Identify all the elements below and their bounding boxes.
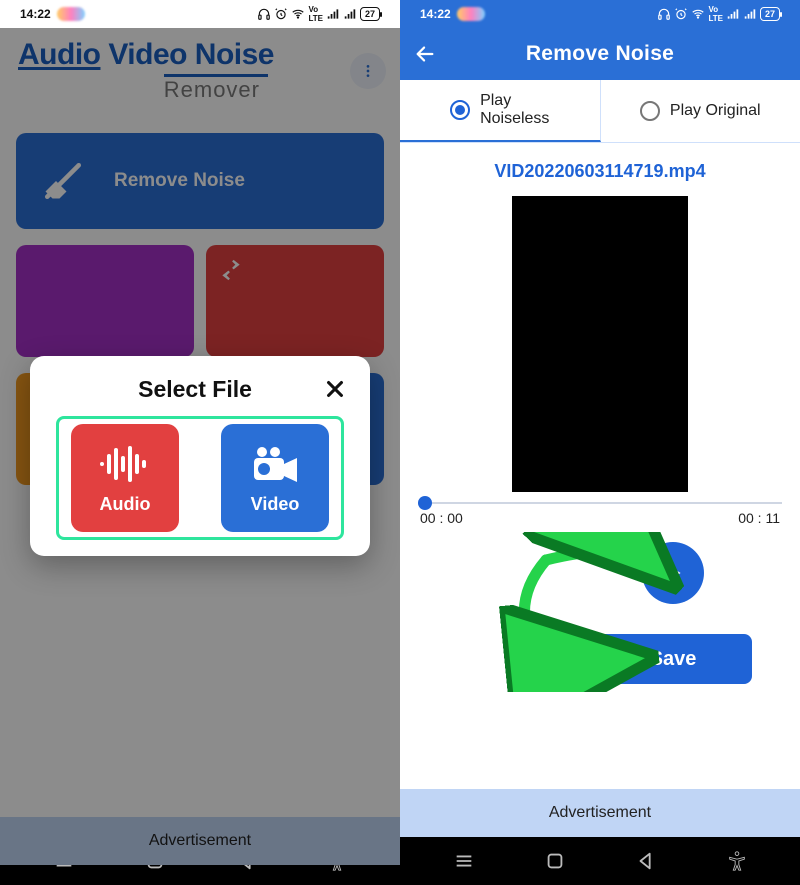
headphones-icon bbox=[657, 7, 671, 21]
status-time: 14:22 bbox=[20, 7, 51, 21]
time-total: 00 : 11 bbox=[738, 510, 780, 526]
radio-selected-icon bbox=[450, 100, 470, 120]
video-preview[interactable] bbox=[512, 196, 688, 492]
signal2-icon bbox=[743, 7, 757, 21]
wifi-icon bbox=[291, 7, 305, 21]
modal-title: Select File bbox=[30, 376, 320, 403]
video-camera-icon bbox=[251, 444, 299, 484]
save-label: Save bbox=[650, 648, 697, 671]
headphones-icon bbox=[257, 7, 271, 21]
filename-label: VID20220603114719.mp4 bbox=[400, 161, 800, 182]
appbar-title: Remove Noise bbox=[414, 42, 786, 66]
close-icon bbox=[324, 378, 346, 400]
status-notif-blur bbox=[57, 7, 85, 21]
play-icon bbox=[660, 560, 686, 586]
time-elapsed: 00 : 00 bbox=[420, 510, 463, 526]
alarm-icon bbox=[274, 7, 288, 21]
play-button[interactable] bbox=[642, 542, 704, 604]
nav-home-button[interactable] bbox=[544, 850, 566, 872]
volte-icon: VoLTE bbox=[308, 7, 323, 21]
radio-unselected-icon bbox=[640, 101, 660, 121]
signal2-icon bbox=[343, 7, 357, 21]
volte-icon: VoLTE bbox=[708, 7, 723, 21]
select-audio-label: Audio bbox=[100, 494, 151, 515]
ad-banner[interactable]: Advertisement bbox=[400, 789, 800, 837]
select-video-label: Video bbox=[251, 494, 300, 515]
alarm-icon bbox=[674, 7, 688, 21]
signal1-icon bbox=[326, 7, 340, 21]
select-file-modal: Select File Aud bbox=[30, 356, 370, 556]
status-time: 14:22 bbox=[420, 7, 451, 21]
seek-slider[interactable] bbox=[418, 502, 782, 504]
nav-recents-button[interactable] bbox=[453, 850, 475, 872]
waveform-icon bbox=[98, 444, 152, 484]
play-mode-tabs: Play Noiseless Play Original bbox=[400, 80, 800, 143]
wifi-icon bbox=[691, 7, 705, 21]
tab-play-noiseless[interactable]: Play Noiseless bbox=[400, 80, 601, 142]
system-nav-bar bbox=[400, 837, 800, 885]
tab-noiseless-label: Play Noiseless bbox=[480, 92, 549, 129]
status-bar: 14:22 VoLTE 27 bbox=[400, 0, 800, 28]
tab-play-original[interactable]: Play Original bbox=[601, 80, 800, 142]
save-button[interactable]: Save bbox=[594, 634, 752, 684]
battery-icon: 27 bbox=[760, 7, 780, 21]
nav-accessibility-button[interactable] bbox=[726, 850, 748, 872]
seek-thumb[interactable] bbox=[418, 496, 432, 510]
modal-close-button[interactable] bbox=[320, 374, 350, 404]
battery-icon: 27 bbox=[360, 7, 380, 21]
select-video-button[interactable]: Video bbox=[221, 424, 329, 532]
select-audio-button[interactable]: Audio bbox=[71, 424, 179, 532]
tab-original-label: Play Original bbox=[670, 102, 761, 120]
status-bar: 14:22 VoLTE 27 bbox=[0, 0, 400, 28]
signal1-icon bbox=[726, 7, 740, 21]
status-notif-blur bbox=[457, 7, 485, 21]
nav-back-button[interactable] bbox=[635, 850, 657, 872]
